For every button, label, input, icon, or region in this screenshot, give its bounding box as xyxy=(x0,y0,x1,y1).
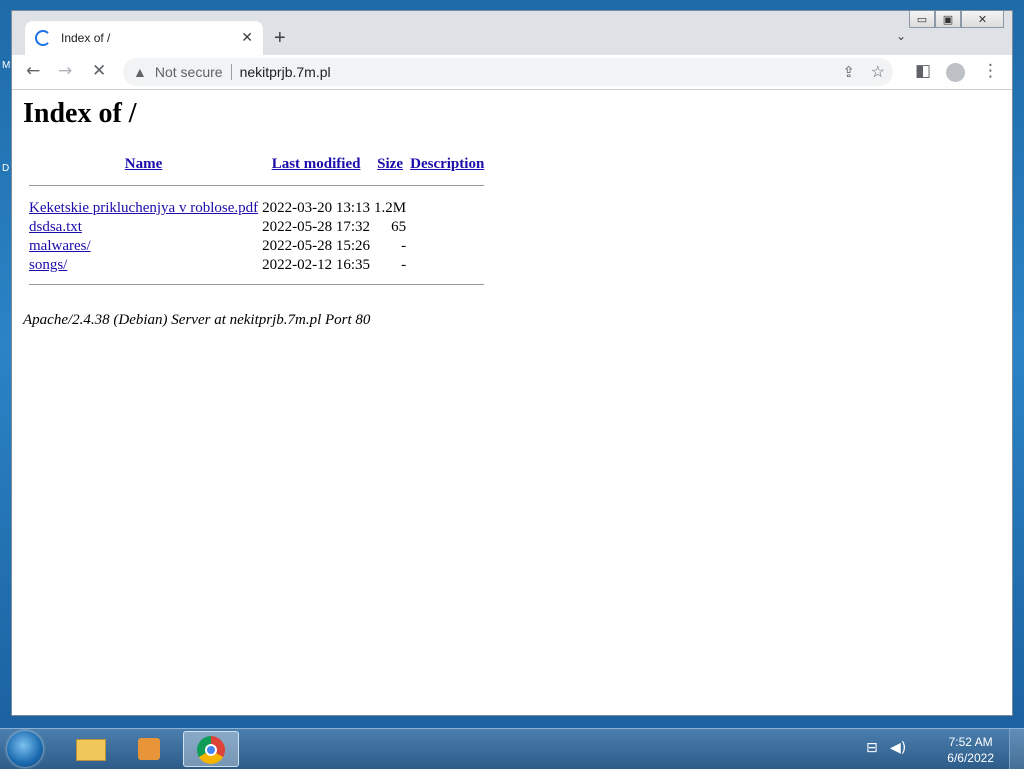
sort-by-description-link[interactable]: Description xyxy=(410,156,484,172)
table-row: Keketskie prikluchenjya v roblose.pdf 20… xyxy=(29,200,484,217)
page-content: Index of / Name Last modified Size Descr… xyxy=(12,90,1012,715)
system-clock[interactable]: 7:52 AM 6/6/2022 xyxy=(947,734,994,766)
browser-toolbar: ← → ✕ ▲ Not secure nekitprjb.7m.pl ⇪ ☆ ◧… xyxy=(12,55,1012,90)
warning-icon[interactable]: ▲ xyxy=(133,64,147,80)
table-row: songs/ 2022-02-12 16:35 - xyxy=(29,257,484,274)
description-cell xyxy=(410,257,484,274)
tab-close-icon[interactable]: ✕ xyxy=(241,30,253,46)
file-link[interactable]: Keketskie prikluchenjya v roblose.pdf xyxy=(29,200,258,216)
forward-arrow-icon[interactable]: → xyxy=(58,61,72,81)
clock-time: 7:52 AM xyxy=(948,735,993,749)
size-cell: 1.2M xyxy=(374,200,407,216)
size-cell: 65 xyxy=(391,219,407,235)
size-cell: - xyxy=(401,238,407,254)
folder-link[interactable]: songs/ xyxy=(29,257,67,273)
network-icon[interactable]: ⊟ xyxy=(866,740,878,756)
file-link[interactable]: dsdsa.txt xyxy=(29,219,82,235)
divider xyxy=(230,64,232,80)
description-column-header[interactable]: Description xyxy=(410,156,484,173)
desktop-icon-label: M xyxy=(2,60,11,71)
taskbar-explorer-button[interactable] xyxy=(62,731,118,767)
profile-avatar-icon[interactable] xyxy=(946,63,965,82)
bookmark-star-icon[interactable]: ☆ xyxy=(871,62,885,82)
chrome-icon xyxy=(197,736,225,764)
folder-link[interactable]: malwares/ xyxy=(29,238,91,254)
name-column-header[interactable]: Name xyxy=(29,156,258,173)
url-text[interactable]: nekitprjb.7m.pl xyxy=(240,64,331,80)
folder-icon xyxy=(76,739,106,761)
divider xyxy=(29,185,485,186)
media-player-icon xyxy=(138,738,160,760)
taskbar-chrome-button[interactable] xyxy=(183,731,239,767)
new-tab-button[interactable]: + xyxy=(274,27,286,50)
minimize-button[interactable]: ▭ xyxy=(909,11,935,28)
taskbar-media-player-button[interactable] xyxy=(122,731,178,767)
server-signature: Apache/2.4.38 (Debian) Server at nekitpr… xyxy=(23,312,371,328)
description-cell xyxy=(410,219,484,236)
modified-cell: 2022-02-12 16:35 xyxy=(262,257,371,273)
taskbar: ⊟ ◀) 7:52 AM 6/6/2022 xyxy=(0,728,1024,769)
close-window-button[interactable]: ✕ xyxy=(961,11,1004,28)
clock-date: 6/6/2022 xyxy=(947,751,994,765)
description-cell xyxy=(410,238,484,255)
share-icon[interactable]: ⇪ xyxy=(842,63,855,81)
volume-icon[interactable]: ◀) xyxy=(890,740,906,756)
table-row: malwares/ 2022-05-28 15:26 - xyxy=(29,238,484,255)
tab-index[interactable]: Index of / ✕ xyxy=(25,21,263,55)
start-button[interactable] xyxy=(7,731,43,767)
security-label[interactable]: Not secure xyxy=(155,64,223,80)
description-cell xyxy=(410,200,484,217)
sort-by-size-link[interactable]: Size xyxy=(377,156,403,172)
directory-listing-table: Name Last modified Size Description Keke… xyxy=(25,154,488,287)
page-title: Index of / xyxy=(23,98,137,129)
address-bar[interactable]: ▲ Not secure nekitprjb.7m.pl ⇪ ☆ xyxy=(123,58,893,86)
menu-kebab-icon[interactable]: ⋮ xyxy=(982,61,999,81)
back-arrow-icon[interactable]: ← xyxy=(26,61,40,81)
size-cell: - xyxy=(401,257,407,273)
maximize-button[interactable]: ▣ xyxy=(935,11,961,28)
table-row: dsdsa.txt 2022-05-28 17:32 65 xyxy=(29,219,484,236)
stop-loading-icon[interactable]: ✕ xyxy=(92,61,106,81)
desktop-icon-label: D xyxy=(2,163,10,174)
table-header-row: Name Last modified Size Description xyxy=(29,156,485,173)
browser-window: ▭ ▣ ✕ Index of / ✕ + ⌄ ← → ✕ ▲ Not secur… xyxy=(11,10,1013,716)
loading-spinner-icon xyxy=(35,30,51,46)
modified-cell: 2022-03-20 13:13 xyxy=(262,200,371,216)
tab-search-icon[interactable]: ⌄ xyxy=(896,29,906,43)
sort-by-modified-link[interactable]: Last modified xyxy=(272,156,361,172)
window-controls: ▭ ▣ ✕ xyxy=(909,11,1004,28)
show-desktop-button[interactable] xyxy=(1009,729,1024,769)
tab-title: Index of / xyxy=(61,31,111,45)
modified-cell: 2022-05-28 15:26 xyxy=(262,238,371,254)
side-panel-icon[interactable]: ◧ xyxy=(915,61,931,81)
size-column-header[interactable]: Size xyxy=(374,156,406,173)
modified-cell: 2022-05-28 17:32 xyxy=(262,219,371,235)
sort-by-name-link[interactable]: Name xyxy=(125,156,163,172)
last-modified-column-header[interactable]: Last modified xyxy=(262,156,370,173)
divider xyxy=(29,284,485,285)
